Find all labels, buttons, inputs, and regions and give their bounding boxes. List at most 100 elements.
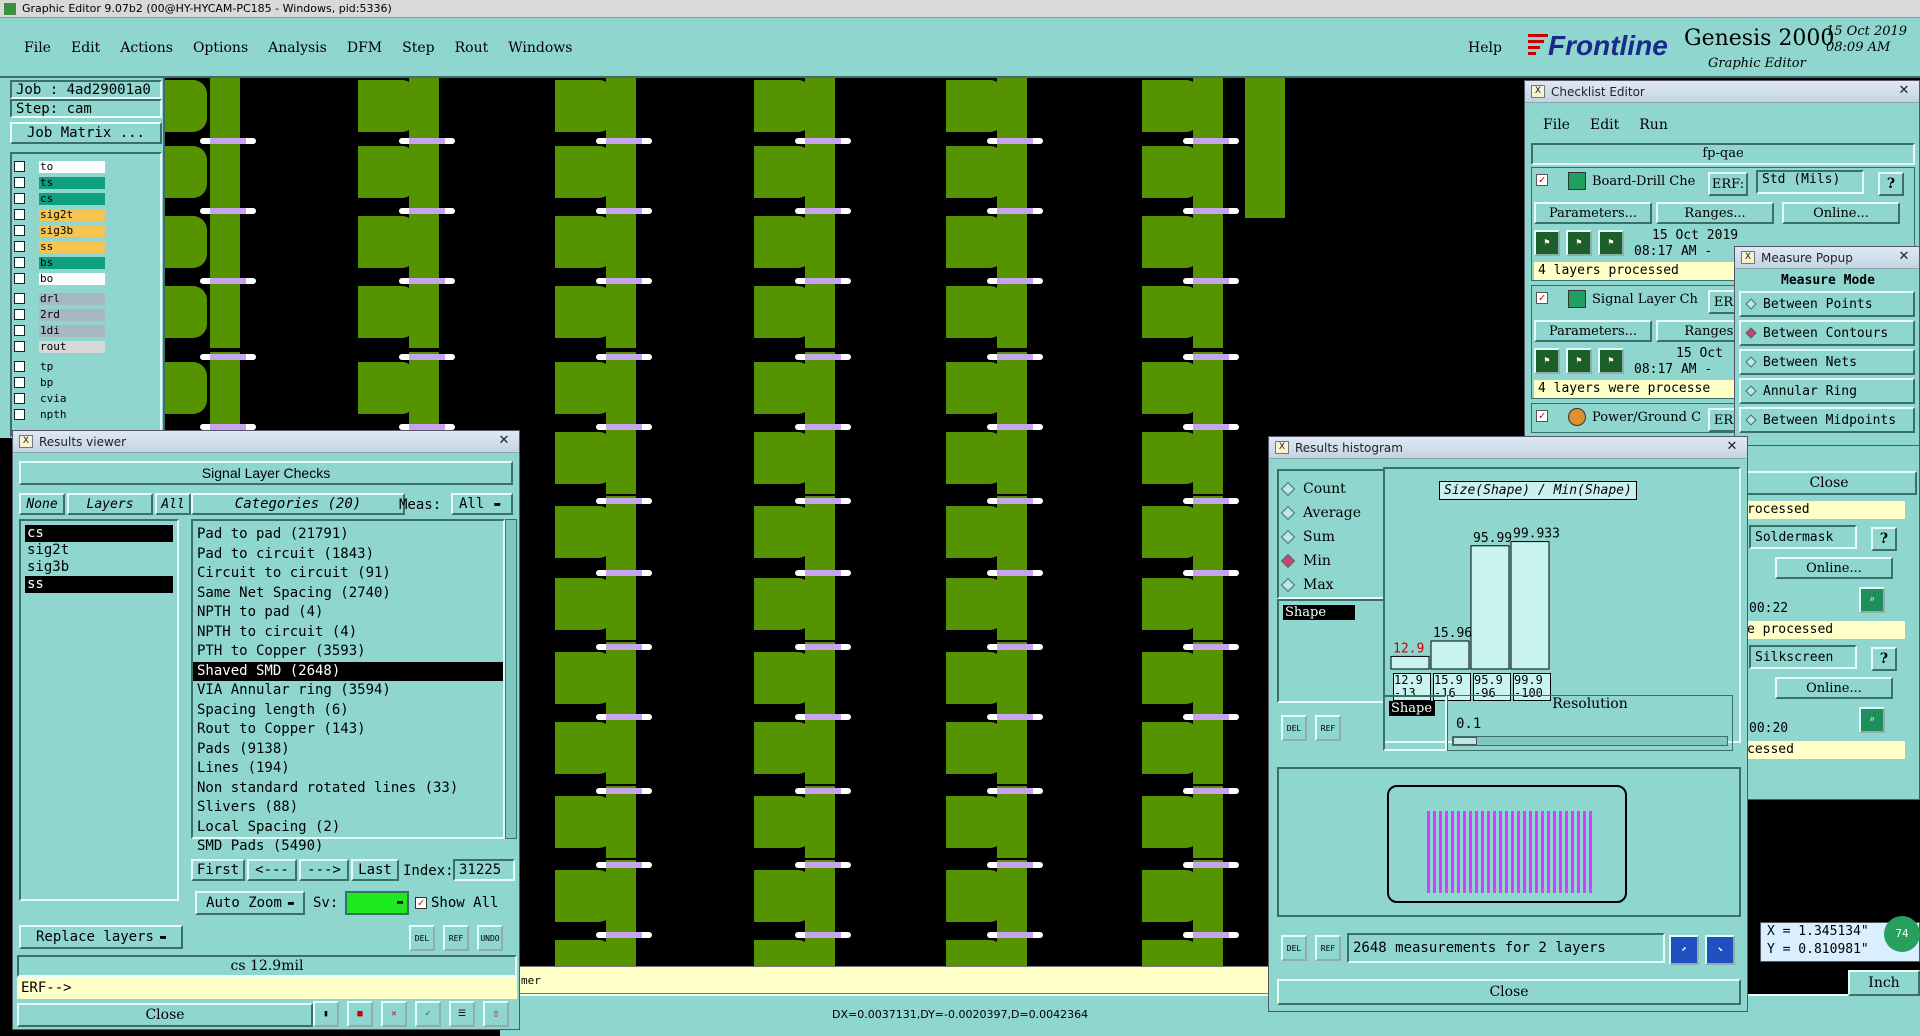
layer-name[interactable]: bp	[39, 376, 105, 389]
help-button[interactable]: ?	[1871, 527, 1897, 551]
stat-option[interactable]: Sum	[1280, 525, 1379, 549]
slider-thumb[interactable]	[1453, 737, 1477, 745]
category-item[interactable]: Lines (194)	[193, 759, 503, 779]
category-item[interactable]: Spacing length (6)	[193, 701, 503, 721]
results-close-button[interactable]: Close	[17, 1003, 313, 1027]
all-button[interactable]: All	[155, 493, 191, 515]
histogram-bar[interactable]	[1510, 541, 1550, 670]
units-button[interactable]: Inch	[1848, 970, 1920, 996]
layer-checkbox[interactable]	[14, 177, 25, 188]
online-button[interactable]: Online...	[1782, 202, 1900, 224]
import-icon[interactable]: ⬊	[1705, 935, 1735, 965]
report-icon[interactable]: ✓	[415, 1001, 441, 1027]
sv-color-dropdown[interactable]: ▬	[345, 891, 409, 915]
layer-row-tp[interactable]: tp	[14, 360, 105, 373]
export-icon[interactable]: ⬈	[1669, 935, 1699, 965]
del-icon[interactable]: DEL	[409, 925, 435, 951]
action-name[interactable]: Power/Ground C	[1592, 410, 1701, 425]
layer-checkbox[interactable]	[14, 293, 25, 304]
zoom-icon[interactable]: ⌕	[1859, 587, 1885, 613]
category-list[interactable]: Pad to pad (21791) Pad to circuit (1843) C…	[191, 519, 505, 854]
layer-name[interactable]: 1di	[39, 324, 105, 337]
prev-button[interactable]: <---	[247, 859, 297, 881]
run-all-icon[interactable]: ⚑	[1566, 230, 1592, 256]
row-check-icon[interactable]: ✓	[1536, 410, 1548, 422]
category-item[interactable]: Shaved SMD (2648)	[193, 661, 503, 681]
checklist-menu-file[interactable]: File	[1543, 117, 1570, 133]
layer-checkbox[interactable]	[14, 241, 25, 252]
result-layer-sig3b[interactable]: sig3b	[25, 559, 173, 576]
layer-row-ss[interactable]: ss	[14, 240, 105, 253]
layer-checkbox[interactable]	[14, 325, 25, 336]
close-icon[interactable]: ✕	[1895, 83, 1913, 99]
category-item[interactable]: Pad to pad (21791)	[193, 525, 503, 545]
measure-option[interactable]: Between Points	[1739, 291, 1915, 317]
layer-checkbox[interactable]	[14, 273, 25, 284]
menu-file[interactable]: File	[24, 40, 51, 56]
layer-name[interactable]: 2rd	[39, 308, 105, 321]
run-icon[interactable]: ⚑	[1534, 230, 1560, 256]
action-name[interactable]: Board-Drill Che	[1592, 174, 1695, 189]
layer-row-cs[interactable]: cs	[14, 192, 105, 205]
menu-step[interactable]: Step	[402, 40, 434, 56]
stop-icon[interactable]: ■	[347, 1001, 373, 1027]
layer-row-cvia[interactable]: cvia	[14, 392, 105, 405]
stat-option[interactable]: Min	[1280, 549, 1379, 573]
layer-checkbox[interactable]	[14, 341, 25, 352]
histogram-bar[interactable]	[1430, 640, 1470, 670]
menu-analysis[interactable]: Analysis	[268, 40, 327, 56]
measure-option[interactable]: Between Contours	[1739, 320, 1915, 346]
result-layer-ss[interactable]: ss	[25, 576, 173, 593]
menu-options[interactable]: Options	[193, 40, 248, 56]
zoom-icon[interactable]: ⌕	[1859, 707, 1885, 733]
layer-name[interactable]: bs	[39, 256, 105, 269]
none-button[interactable]: None	[19, 493, 65, 515]
shape-list[interactable]: Shape	[1277, 599, 1387, 703]
ref-icon[interactable]: REF	[1315, 715, 1341, 741]
stat-option[interactable]: Max	[1280, 573, 1379, 597]
menu-rout[interactable]: Rout	[455, 40, 489, 56]
layer-checkbox[interactable]	[14, 309, 25, 320]
help-button[interactable]: ?	[1871, 647, 1897, 671]
close-icon[interactable]: ✕	[495, 433, 513, 449]
checklist-menu-run[interactable]: Run	[1639, 117, 1668, 133]
layer-checkbox[interactable]	[14, 409, 25, 420]
layer-name[interactable]: sig3b	[39, 224, 105, 237]
menu-actions[interactable]: Actions	[120, 40, 173, 56]
run-error-icon[interactable]: ⚑	[1598, 230, 1624, 256]
category-item[interactable]: VIA Annular ring (3594)	[193, 681, 503, 701]
layer-row-2rd[interactable]: 2rd	[14, 308, 105, 321]
cancel-icon[interactable]: ✕	[381, 1001, 407, 1027]
category-item[interactable]: Rout to Copper (143)	[193, 720, 503, 740]
layer-name[interactable]: drl	[39, 292, 105, 305]
layer-name[interactable]: tp	[39, 360, 105, 373]
checklist-close-button[interactable]: Close	[1741, 471, 1917, 495]
layer-checkbox[interactable]	[14, 257, 25, 268]
categories-button[interactable]: Categories (20)	[191, 493, 405, 515]
menu-windows[interactable]: Windows	[508, 40, 572, 56]
shape-item[interactable]: Shape	[1283, 605, 1355, 620]
stat-option[interactable]: Average	[1280, 501, 1379, 525]
replace-layers-dropdown[interactable]: Replace layers ▬	[19, 925, 183, 949]
run-icon[interactable]: ⚑	[1534, 348, 1560, 374]
histogram-bar[interactable]	[1470, 545, 1510, 670]
measure-option[interactable]: Annular Ring	[1739, 378, 1915, 404]
layer-row-drl[interactable]: drl	[14, 292, 105, 305]
menu-help[interactable]: Help	[1468, 40, 1502, 56]
menu-edit[interactable]: Edit	[71, 40, 100, 56]
help-button[interactable]: ?	[1878, 172, 1904, 196]
layer-row-sig3b[interactable]: sig3b	[14, 224, 105, 237]
layer-row-rout[interactable]: rout	[14, 340, 105, 353]
category-item[interactable]: Local Spacing (2)	[193, 818, 503, 838]
category-scrollbar[interactable]	[505, 519, 517, 839]
index-input[interactable]: 31225	[453, 859, 515, 881]
category-item[interactable]: Circuit to circuit (91)	[193, 564, 503, 584]
layer-checkbox[interactable]	[14, 209, 25, 220]
measure-option[interactable]: Between Midpoints	[1739, 407, 1915, 433]
category-item[interactable]: Non standard rotated lines (33)	[193, 779, 503, 799]
meas-dropdown[interactable]: All ▬	[451, 493, 513, 515]
layer-name[interactable]: bo	[39, 272, 105, 285]
layer-checkbox[interactable]	[14, 193, 25, 204]
category-item[interactable]: Slivers (88)	[193, 798, 503, 818]
layer-row-bp[interactable]: bp	[14, 376, 105, 389]
